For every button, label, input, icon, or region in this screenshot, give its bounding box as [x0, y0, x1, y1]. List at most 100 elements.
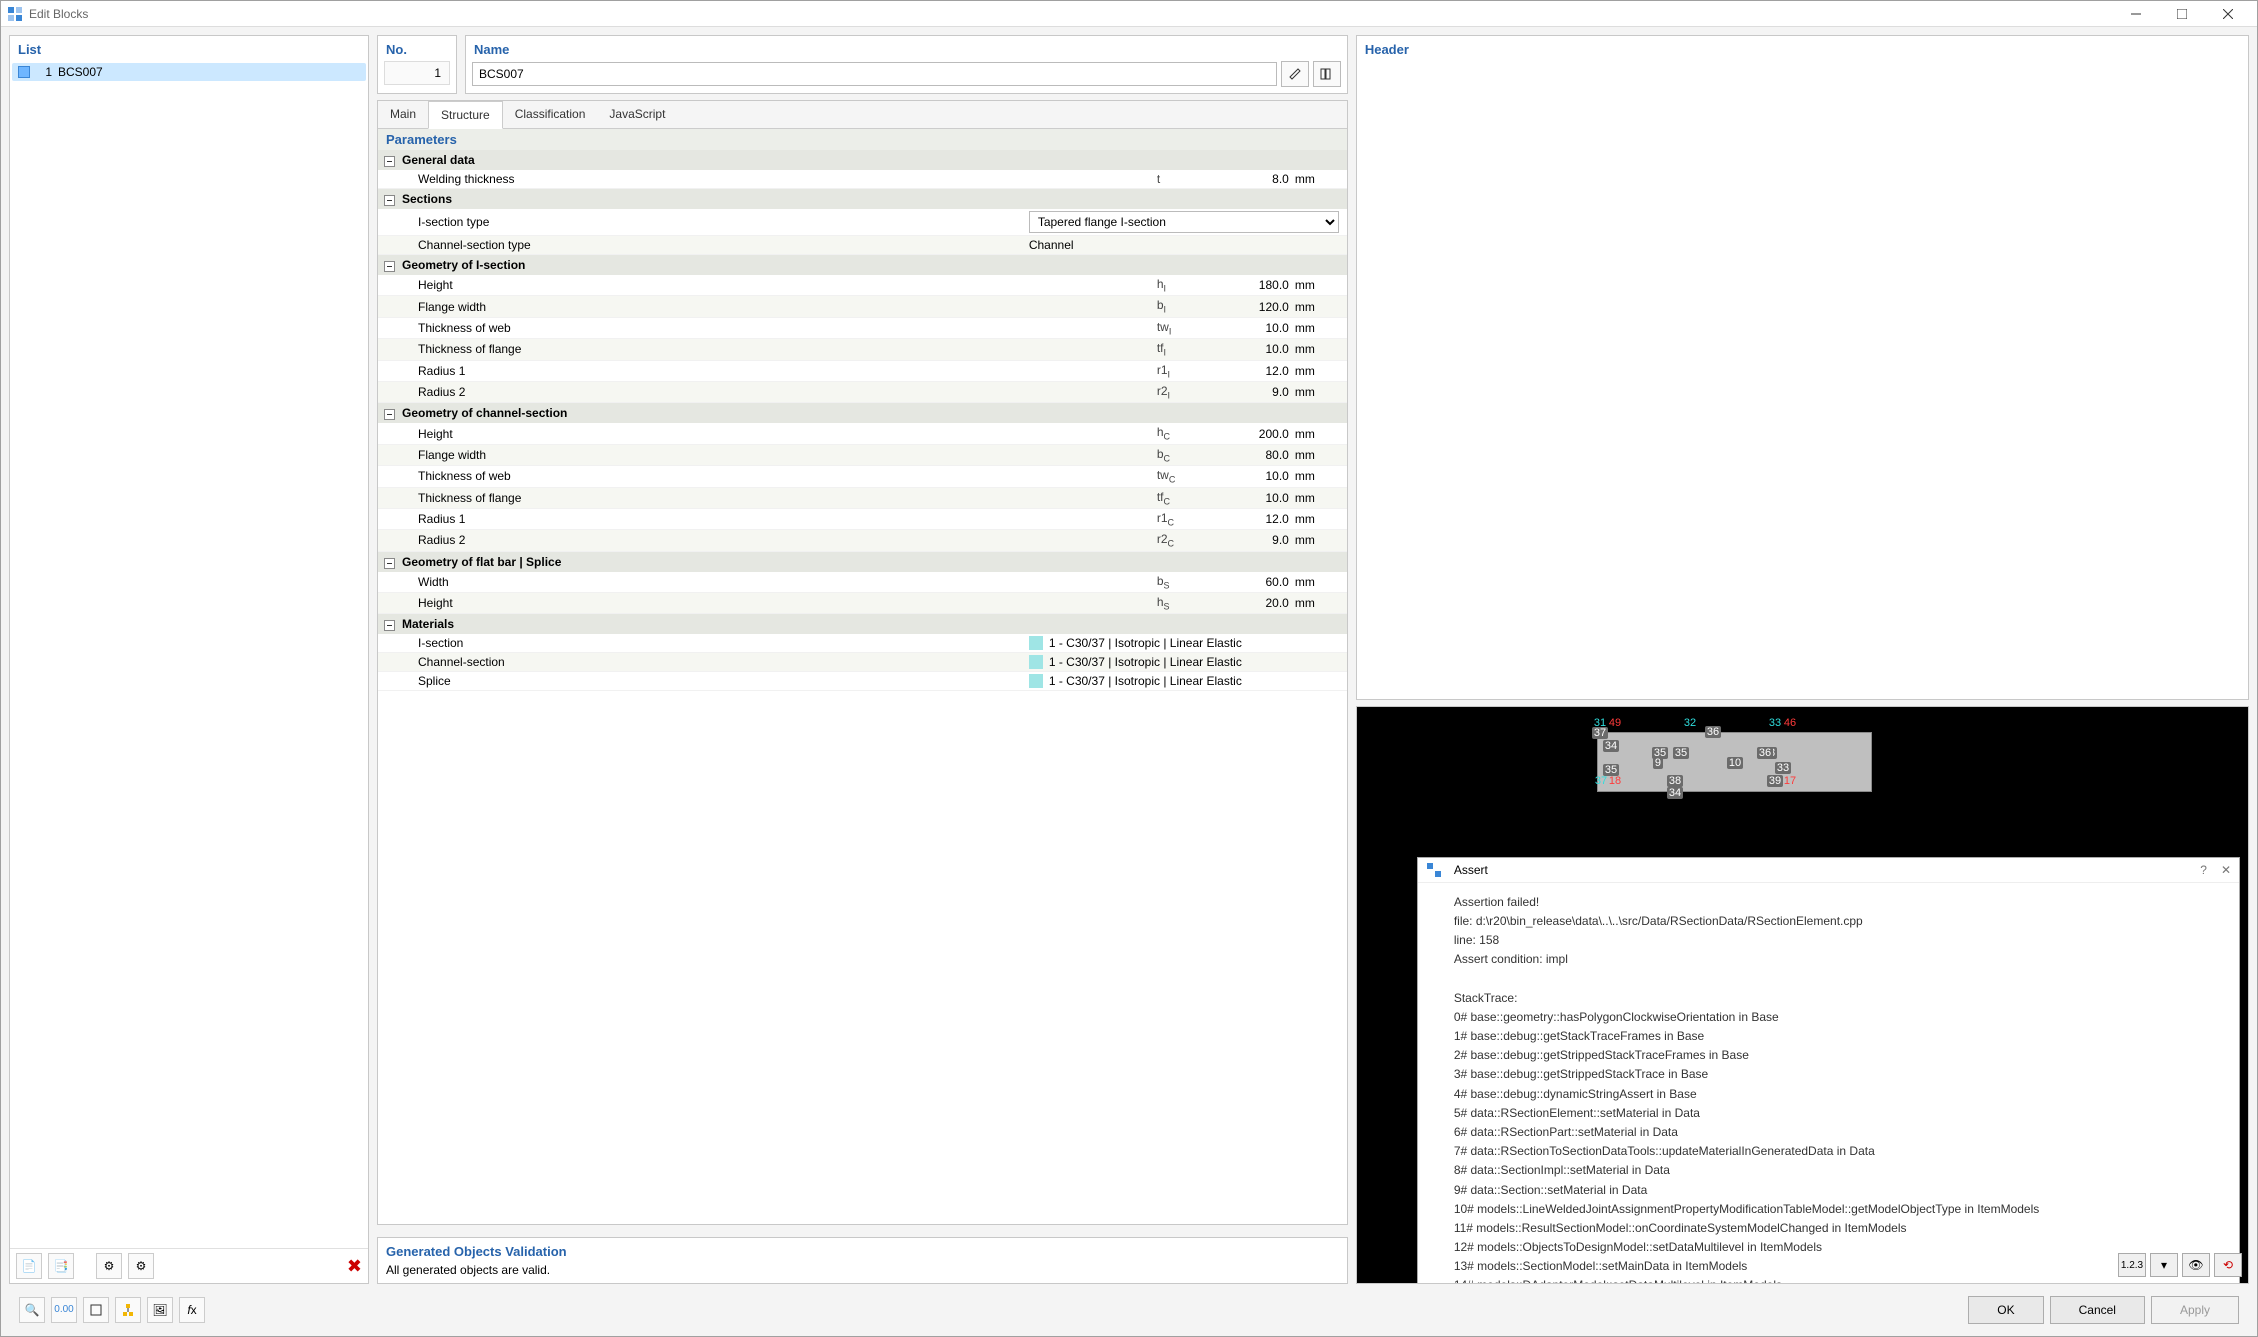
- param-group[interactable]: General data: [378, 150, 1347, 170]
- material-value[interactable]: 1 - C30/37 | Isotropic | Linear Elastic: [1049, 674, 1242, 688]
- no-value[interactable]: 1: [384, 61, 450, 85]
- stacktrace-line: Assertion failed!: [1454, 893, 2203, 912]
- param-value[interactable]: 200.0: [1205, 427, 1295, 441]
- param-value[interactable]: 10.0: [1205, 469, 1295, 483]
- chevron-down-icon[interactable]: ▾: [2150, 1253, 2178, 1277]
- dialog-close-button[interactable]: ✕: [2221, 863, 2231, 877]
- library-button[interactable]: [1313, 61, 1341, 87]
- tab-structure[interactable]: Structure: [428, 101, 503, 129]
- param-value[interactable]: 10.0: [1205, 321, 1295, 335]
- param-value[interactable]: 20.0: [1205, 596, 1295, 610]
- node-label: 9: [1653, 757, 1663, 769]
- collapse-icon[interactable]: [384, 195, 395, 206]
- new-block-button[interactable]: 📄: [16, 1253, 42, 1279]
- reset-view-button[interactable]: ⟲: [2214, 1253, 2242, 1277]
- param-value[interactable]: 9.0: [1205, 385, 1295, 399]
- param-value[interactable]: 12.0: [1205, 512, 1295, 526]
- param-group[interactable]: Sections: [378, 189, 1347, 209]
- collapse-icon[interactable]: [384, 261, 395, 272]
- tab-classification[interactable]: Classification: [503, 101, 598, 128]
- param-text[interactable]: Channel: [1029, 238, 1339, 252]
- param-value[interactable]: 9.0: [1205, 533, 1295, 547]
- image-button[interactable]: 🖼: [147, 1297, 173, 1323]
- right-column: Header 314932334637363435935381036333537…: [1356, 35, 2249, 1284]
- stacktrace-line: 11# models::ResultSectionModel::onCoordi…: [1454, 1219, 2203, 1238]
- param-value[interactable]: 12.0: [1205, 364, 1295, 378]
- tab-main[interactable]: Main: [378, 101, 428, 128]
- numbering-button[interactable]: 1.2.3: [2118, 1253, 2146, 1277]
- no-panel: No. 1: [377, 35, 457, 94]
- maximize-button[interactable]: [2159, 2, 2205, 26]
- name-input[interactable]: [472, 62, 1277, 86]
- collapse-icon[interactable]: [384, 156, 395, 167]
- param-group[interactable]: Materials: [378, 614, 1347, 634]
- properties-scroll[interactable]: ParametersGeneral dataWelding thicknesst…: [378, 129, 1347, 1224]
- settings-button-1[interactable]: ⚙: [96, 1253, 122, 1279]
- dialog-controls: ? ✕: [2200, 863, 2231, 877]
- param-group[interactable]: Geometry of I-section: [378, 255, 1347, 275]
- search-button[interactable]: 🔍: [19, 1297, 45, 1323]
- node-label: 39: [1767, 775, 1783, 787]
- param-value[interactable]: 120.0: [1205, 300, 1295, 314]
- param-group-label: Geometry of flat bar | Splice: [402, 555, 561, 569]
- header-panel-title: Header: [1357, 36, 2248, 61]
- material-value[interactable]: 1 - C30/37 | Isotropic | Linear Elastic: [1049, 655, 1242, 669]
- function-button[interactable]: fx: [179, 1297, 205, 1323]
- close-button[interactable]: [2205, 2, 2251, 26]
- param-unit: mm: [1295, 596, 1339, 610]
- param-value[interactable]: 180.0: [1205, 278, 1295, 292]
- param-select[interactable]: Tapered flange I-section: [1029, 211, 1339, 233]
- visibility-button[interactable]: 👁: [2182, 1253, 2210, 1277]
- param-group-label: Sections: [402, 192, 452, 206]
- copy-block-button[interactable]: 📑: [48, 1253, 74, 1279]
- param-value[interactable]: 8.0: [1205, 172, 1295, 186]
- rename-button[interactable]: [1281, 61, 1309, 87]
- param-symbol: tfI: [1157, 341, 1205, 357]
- param-label: Radius 2: [418, 533, 1157, 547]
- param-group[interactable]: Geometry of flat bar | Splice: [378, 552, 1347, 572]
- material-value[interactable]: 1 - C30/37 | Isotropic | Linear Elastic: [1049, 636, 1242, 650]
- param-label: Channel-section type: [418, 238, 1029, 252]
- viewport[interactable]: 3149323346373634359353810363335371838343…: [1356, 706, 2249, 1284]
- stacktrace-line: file: d:\r20\bin_release\data\..\..\src/…: [1454, 912, 2203, 931]
- minimize-button[interactable]: [2113, 2, 2159, 26]
- decimals-button[interactable]: 0.00: [51, 1297, 77, 1323]
- node-label: 38: [1667, 775, 1683, 787]
- param-unit: mm: [1295, 321, 1339, 335]
- param-value[interactable]: 60.0: [1205, 575, 1295, 589]
- param-value[interactable]: 80.0: [1205, 448, 1295, 462]
- head-row: No. 1 Name: [377, 35, 1348, 94]
- collapse-icon[interactable]: [384, 558, 395, 569]
- node-label: 10: [1727, 757, 1743, 769]
- ok-button[interactable]: OK: [1968, 1296, 2043, 1324]
- param-label: Thickness of flange: [418, 342, 1157, 356]
- param-group[interactable]: Geometry of channel-section: [378, 403, 1347, 423]
- material-swatch: [1029, 655, 1043, 669]
- param-unit: mm: [1295, 533, 1339, 547]
- param-value[interactable]: 10.0: [1205, 342, 1295, 356]
- list-header: List: [10, 36, 368, 61]
- param-label: Welding thickness: [418, 172, 1157, 186]
- param-unit: mm: [1295, 364, 1339, 378]
- validation-panel: Generated Objects Validation All generat…: [377, 1237, 1348, 1284]
- material-swatch: [1029, 674, 1043, 688]
- settings-button-2[interactable]: ⚙: [128, 1253, 154, 1279]
- collapse-icon[interactable]: [384, 620, 395, 631]
- param-row: WidthbS60.0mm: [378, 572, 1347, 593]
- param-label: I-section: [418, 636, 1029, 650]
- param-value[interactable]: 10.0: [1205, 491, 1295, 505]
- cancel-button[interactable]: Cancel: [2050, 1296, 2145, 1324]
- param-row: HeighthS20.0mm: [378, 593, 1347, 614]
- node-label: 46: [1782, 717, 1798, 729]
- tab-javascript[interactable]: JavaScript: [597, 101, 677, 128]
- list-item[interactable]: 1 BCS007: [12, 63, 366, 81]
- node-label: 37: [1592, 727, 1608, 739]
- dialog-titlebar: Assert ? ✕: [1418, 858, 2239, 883]
- hierarchy-button[interactable]: [115, 1297, 141, 1323]
- name-field-row: [472, 61, 1341, 87]
- param-label: Flange width: [418, 448, 1157, 462]
- dialog-help-button[interactable]: ?: [2200, 863, 2207, 877]
- delete-button[interactable]: ✖: [347, 1256, 362, 1277]
- collapse-icon[interactable]: [384, 409, 395, 420]
- box-button[interactable]: [83, 1297, 109, 1323]
